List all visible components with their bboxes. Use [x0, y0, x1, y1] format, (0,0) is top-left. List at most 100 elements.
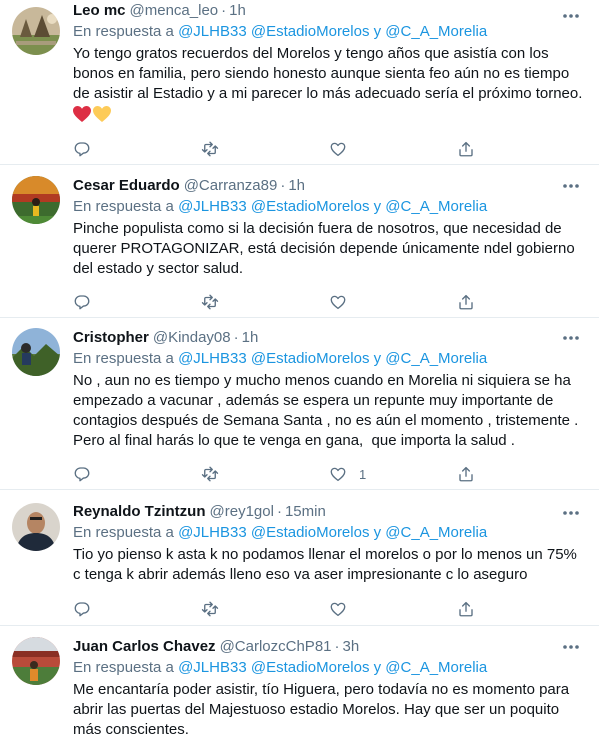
author-name[interactable]: Leo mc — [73, 1, 126, 21]
mention-link[interactable]: @JLHB33 — [178, 524, 247, 541]
more-options-icon[interactable] — [561, 176, 581, 196]
reply-context: En respuesta a @JLHB33 @EstadioMorelos y… — [73, 349, 585, 369]
avatar-photo-icon — [12, 328, 60, 376]
timestamp[interactable]: 3h — [343, 637, 360, 657]
mention-link[interactable]: @C_A_Morelia — [385, 524, 487, 541]
mention-link[interactable]: @JLHB33 — [178, 350, 247, 367]
reply-context: En respuesta a @JLHB33 @EstadioMorelos y… — [73, 22, 585, 42]
like-count: 1 — [359, 466, 367, 482]
tweet-actions — [73, 139, 585, 159]
reply-button[interactable] — [73, 600, 201, 618]
heart-outline-icon — [330, 295, 346, 310]
author-handle[interactable]: @rey1gol — [210, 502, 274, 522]
timestamp[interactable]: 1h — [242, 328, 259, 348]
mention-link[interactable]: @EstadioMorelos — [251, 659, 370, 676]
reply-conj: y — [373, 659, 382, 676]
like-button[interactable] — [329, 293, 457, 311]
reply-icon — [74, 295, 90, 310]
mention-link[interactable]: @JLHB33 — [178, 198, 247, 215]
mention-link[interactable]: @EstadioMorelos — [251, 23, 370, 40]
mention-link[interactable]: @C_A_Morelia — [385, 23, 487, 40]
reply-conj: y — [373, 350, 382, 367]
mention-link[interactable]: @EstadioMorelos — [251, 198, 370, 215]
author-name[interactable]: Reynaldo Tzintzun — [73, 502, 206, 522]
author-name[interactable]: Cesar Eduardo — [73, 176, 180, 196]
reply-button[interactable] — [73, 293, 201, 311]
reply-context: En respuesta a @JLHB33 @EstadioMorelos y… — [73, 523, 585, 543]
like-button[interactable] — [329, 600, 457, 618]
share-button[interactable] — [457, 465, 585, 483]
tweet[interactable]: Cesar Eduardo @Carranza89 · 1h En respue… — [0, 165, 599, 318]
retweet-icon — [201, 466, 219, 482]
share-button[interactable] — [457, 140, 585, 158]
retweet-button[interactable] — [201, 600, 329, 618]
more-options-icon[interactable] — [561, 503, 581, 523]
timestamp[interactable]: 1h — [229, 1, 246, 21]
mention-link[interactable]: @EstadioMorelos — [251, 524, 370, 541]
mention-link[interactable]: @C_A_Morelia — [385, 659, 487, 676]
tweet[interactable]: Juan Carlos Chavez @CarlozcChP81 · 3h En… — [0, 626, 599, 750]
reply-button[interactable] — [73, 465, 201, 483]
avatar[interactable] — [12, 7, 60, 55]
retweet-button[interactable] — [201, 140, 329, 158]
author-handle[interactable]: @CarlozcChP81 — [220, 637, 332, 657]
timestamp[interactable]: 1h — [288, 176, 305, 196]
tweet-feed: Leo mc @menca_leo · 1h En respuesta a @J… — [0, 0, 599, 750]
share-button[interactable] — [457, 600, 585, 618]
retweet-button[interactable] — [201, 293, 329, 311]
separator-dot: · — [276, 503, 282, 520]
retweet-icon — [201, 141, 219, 156]
reply-icon — [74, 467, 90, 482]
author-handle[interactable]: @Kinday08 — [153, 328, 231, 348]
avatar[interactable] — [12, 328, 60, 376]
reply-conj: y — [373, 198, 382, 215]
author-handle[interactable]: @Carranza89 — [184, 176, 278, 196]
tweet-header: Reynaldo Tzintzun @rey1gol · 15min — [73, 502, 585, 522]
retweet-icon — [201, 601, 219, 617]
reply-context: En respuesta a @JLHB33 @EstadioMorelos y… — [73, 197, 585, 217]
share-button[interactable] — [457, 293, 585, 311]
heart-outline-icon — [330, 467, 346, 482]
reply-button[interactable] — [73, 140, 201, 158]
more-options-icon[interactable] — [561, 637, 581, 657]
mention-link[interactable]: @C_A_Morelia — [385, 198, 487, 215]
retweet-button[interactable] — [201, 465, 329, 483]
mention-link[interactable]: @EstadioMorelos — [251, 350, 370, 367]
tweet-header: Juan Carlos Chavez @CarlozcChP81 · 3h — [73, 637, 585, 657]
avatar-photo-icon — [12, 7, 60, 55]
separator-dot: · — [221, 2, 227, 19]
tweet[interactable]: Leo mc @menca_leo · 1h En respuesta a @J… — [0, 0, 599, 165]
more-options-icon[interactable] — [561, 328, 581, 348]
mention-link[interactable]: @C_A_Morelia — [385, 350, 487, 367]
tweet[interactable]: Cristopher @Kinday08 · 1h En respuesta a… — [0, 318, 599, 490]
reply-prefix: En respuesta a — [73, 23, 174, 40]
avatar[interactable] — [12, 637, 60, 685]
more-options-icon[interactable] — [561, 6, 581, 26]
tweet-header: Cesar Eduardo @Carranza89 · 1h — [73, 176, 585, 196]
like-button[interactable]: 1 — [329, 465, 457, 483]
reply-prefix: En respuesta a — [73, 524, 174, 541]
avatar-photo-icon — [12, 503, 60, 551]
mention-link[interactable]: @JLHB33 — [178, 23, 247, 40]
author-handle[interactable]: @menca_leo — [130, 1, 219, 21]
timestamp[interactable]: 15min — [285, 502, 326, 522]
tweet[interactable]: Reynaldo Tzintzun @rey1gol · 15min En re… — [0, 490, 599, 626]
author-name[interactable]: Juan Carlos Chavez — [73, 637, 216, 657]
separator-dot: · — [233, 329, 239, 346]
reply-context: En respuesta a @JLHB33 @EstadioMorelos y… — [73, 658, 585, 678]
mention-link[interactable]: @JLHB33 — [178, 659, 247, 676]
reply-conj: y — [373, 23, 382, 40]
tweet-text: Yo tengo gratos recuerdos del Morelos y … — [73, 45, 583, 102]
author-name[interactable]: Cristopher — [73, 328, 149, 348]
share-icon — [459, 294, 473, 310]
tweet-header: Cristopher @Kinday08 · 1h — [73, 328, 585, 348]
avatar[interactable] — [12, 176, 60, 224]
retweet-icon — [201, 294, 219, 310]
tweet-text: Tio yo pienso k asta k no podamos llenar… — [73, 546, 582, 583]
reply-icon — [74, 141, 90, 156]
tweet-header: Leo mc @menca_leo · 1h — [73, 1, 585, 21]
avatar[interactable] — [12, 503, 60, 551]
tweet-text: No , aun no es tiempo y mucho menos cuan… — [73, 372, 579, 449]
like-button[interactable] — [329, 140, 457, 158]
reply-icon — [74, 602, 90, 617]
